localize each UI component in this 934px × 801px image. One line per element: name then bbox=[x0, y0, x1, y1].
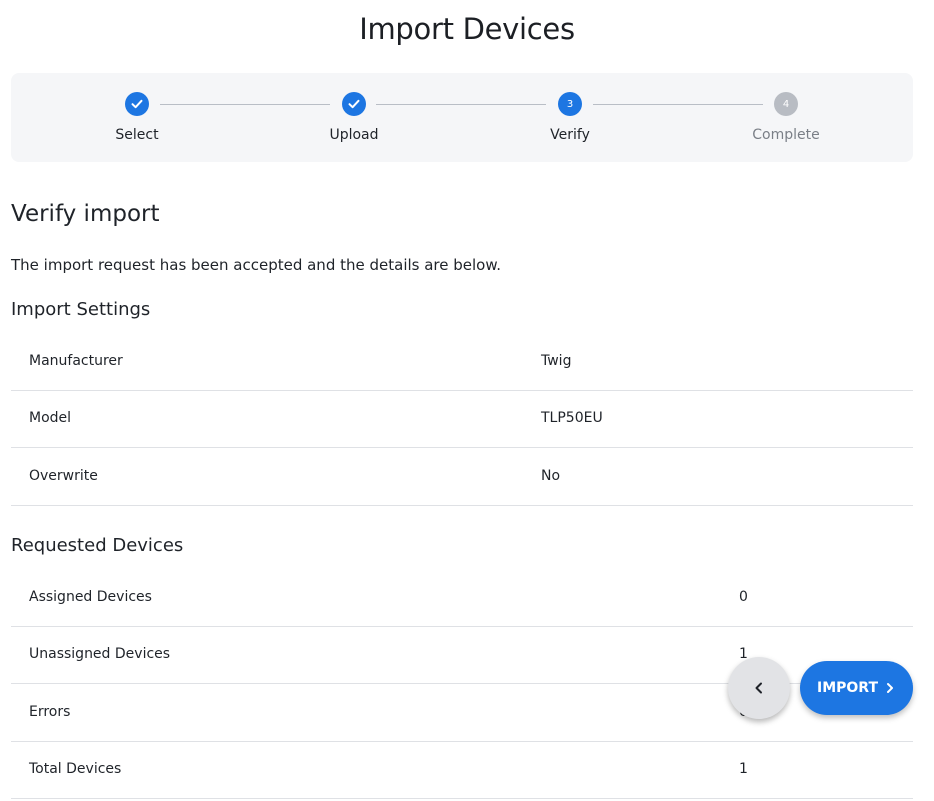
step-connector bbox=[376, 104, 546, 105]
import-settings-heading: Import Settings bbox=[11, 299, 151, 320]
row-key: Total Devices bbox=[29, 761, 122, 777]
step-4-number: 4 bbox=[774, 92, 798, 116]
settings-row-model: Model TLP50EU bbox=[11, 391, 913, 448]
settings-row-manufacturer: Manufacturer Twig bbox=[11, 334, 913, 391]
devices-row-assigned: Assigned Devices 0 bbox=[11, 570, 913, 627]
step-label-complete: Complete bbox=[752, 127, 820, 143]
verify-intro-text: The import request has been accepted and… bbox=[11, 256, 502, 274]
verify-heading: Verify import bbox=[11, 201, 160, 227]
row-key: Unassigned Devices bbox=[29, 646, 171, 662]
row-value: 1 bbox=[739, 761, 748, 777]
row-value: No bbox=[541, 468, 561, 484]
devices-row-total: Total Devices 1 bbox=[11, 742, 913, 799]
requested-devices-heading: Requested Devices bbox=[11, 535, 184, 556]
back-button[interactable] bbox=[728, 657, 790, 719]
page-title: Import Devices bbox=[359, 12, 575, 46]
step-3-number: 3 bbox=[558, 92, 582, 116]
row-key: Overwrite bbox=[29, 468, 98, 484]
settings-row-overwrite: Overwrite No bbox=[11, 449, 913, 506]
row-value: Twig bbox=[541, 353, 572, 369]
row-value: 0 bbox=[739, 589, 748, 605]
step-label-upload: Upload bbox=[329, 127, 379, 143]
chevron-right-icon bbox=[887, 683, 893, 693]
step-2-check-icon bbox=[342, 92, 366, 116]
chevron-left-icon bbox=[755, 682, 762, 694]
import-button-label: IMPORT bbox=[816, 680, 878, 696]
step-1-check-icon bbox=[125, 92, 149, 116]
step-connector bbox=[593, 104, 763, 105]
row-key: Errors bbox=[29, 704, 71, 720]
step-connector bbox=[160, 104, 330, 105]
row-value: TLP50EU bbox=[541, 410, 603, 426]
row-key: Model bbox=[29, 410, 72, 426]
step-label-select: Select bbox=[115, 127, 159, 143]
row-key: Manufacturer bbox=[29, 353, 123, 369]
step-label-verify: Verify bbox=[550, 127, 590, 143]
import-button[interactable]: IMPORT bbox=[800, 661, 913, 715]
row-key: Assigned Devices bbox=[29, 589, 152, 605]
import-stepper: Select Upload 3 Verify 4 Complete bbox=[11, 73, 913, 162]
